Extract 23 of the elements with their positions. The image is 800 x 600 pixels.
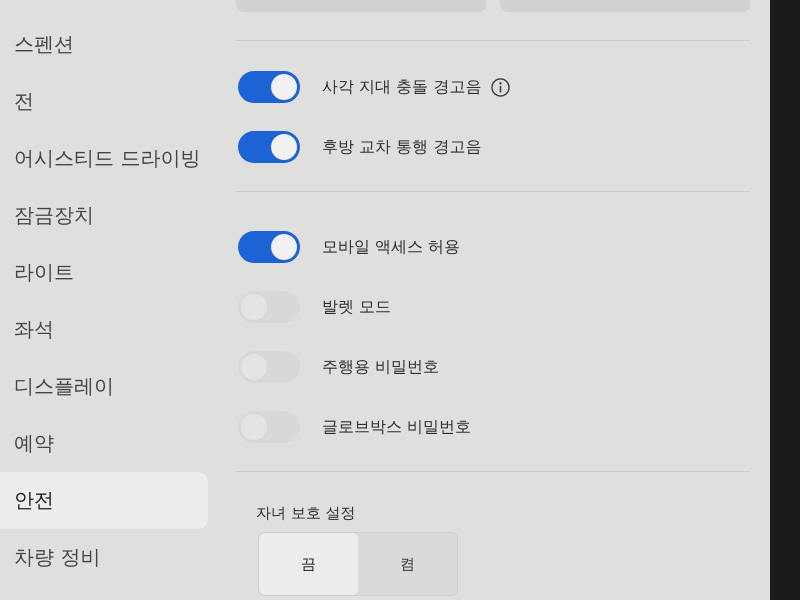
sidebar-item[interactable]: 전 [0,73,208,130]
segment-button[interactable]: 켬 [358,533,457,595]
sidebar-item[interactable]: 라이트 [0,244,208,301]
sidebar-item[interactable]: 차량 정비 [0,529,208,586]
sidebar-item[interactable]: 안전 [0,472,208,529]
toggle-label: 글로브박스 비밀번호 [322,416,472,438]
toggle-label: 발렛 모드 [322,296,392,318]
toggle-switch[interactable] [238,131,300,163]
info-icon[interactable] [491,78,510,96]
sidebar-item[interactable]: 디스플레이 [0,358,208,415]
sidebar-item[interactable]: 잠금장치 [0,187,208,244]
toggle-switch[interactable] [238,71,300,103]
toggle-label: 사각 지대 충돌 경고음 [322,76,482,98]
toggle-label: 주행용 비밀번호 [322,356,440,378]
sidebar-item[interactable]: 좌석 [0,301,208,358]
segment-button[interactable]: 끔 [259,533,358,595]
sidebar-item[interactable]: 예약 [0,415,208,472]
sidebar-item[interactable]: 스펜션 [0,16,208,73]
toggle-label: 모바일 액세스 허용 [322,236,460,258]
section-title: 자녀 보호 설정 [256,504,356,523]
toggle-switch[interactable] [238,231,300,263]
sidebar-item[interactable]: 어시스티드 드라이빙 [0,130,208,187]
toggle-label: 후방 교차 통행 경고음 [322,136,482,158]
